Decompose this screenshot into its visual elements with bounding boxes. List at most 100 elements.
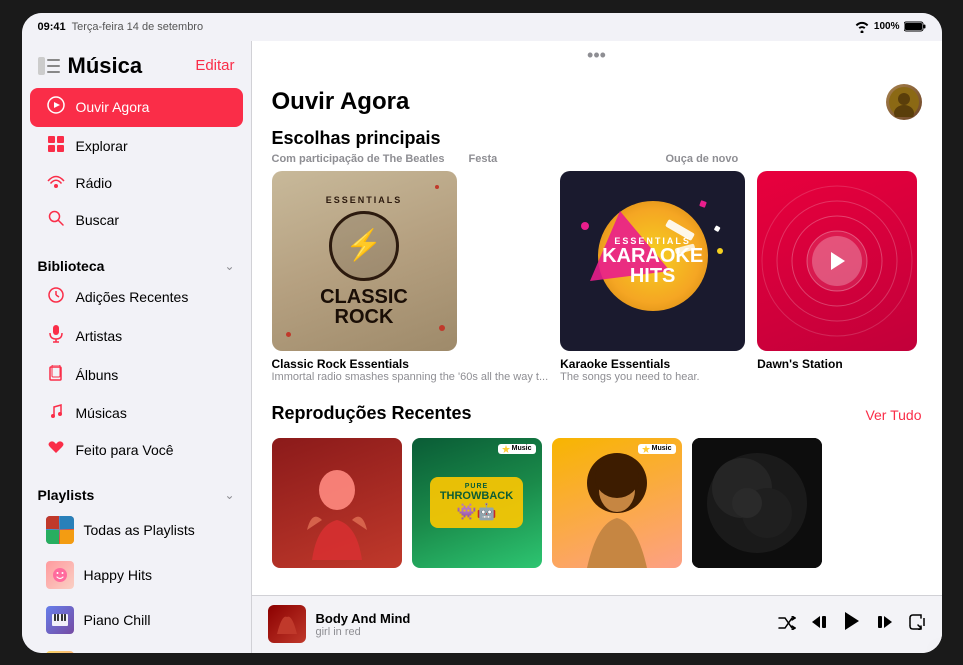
card-karaoke[interactable]: ESSENTIALS KARAOKE HITS Karaoke Essentia…	[560, 171, 745, 383]
classic-rock-title: CLASSIC	[320, 287, 408, 307]
karaoke-caption-sub: The songs you need to hear.	[560, 371, 745, 383]
karaoke-caption: Karaoke Essentials The songs you need to…	[560, 351, 745, 383]
apple-music-badge-1: Music	[498, 444, 536, 454]
station-artwork	[757, 171, 917, 351]
sidebar-label-adicoes: Adições Recentes	[76, 289, 189, 305]
page-title: Ouvir Agora	[272, 88, 410, 116]
playlist-thumb-back	[46, 651, 74, 653]
sidebar-label-artistas: Artistas	[76, 328, 123, 344]
sidebar-item-artistas[interactable]: Artistas	[30, 317, 243, 356]
album-icon	[46, 365, 66, 386]
karaoke-caption-title: Karaoke Essentials	[560, 357, 745, 371]
app-container: Música Editar Ouvir Agora	[22, 41, 942, 653]
mini-player-artist: girl in red	[316, 626, 768, 638]
battery-display: 100%	[874, 21, 900, 32]
grid-icon	[46, 136, 66, 157]
sidebar-label-albuns: Álbuns	[76, 367, 119, 383]
content-area: Escolhas principais Com participação de …	[252, 128, 942, 595]
sidebar-item-explorar[interactable]: Explorar	[30, 128, 243, 165]
woman-svg	[552, 438, 682, 568]
badge-text-2: Music	[652, 445, 672, 452]
radio-icon	[46, 174, 66, 193]
abstract-svg	[692, 438, 822, 568]
sidebar-item-albuns[interactable]: Álbuns	[30, 357, 243, 394]
nav-section: Ouvir Agora Explorar	[22, 87, 251, 248]
recent-plays-row: Music PURE THROWBACK 👾🤖	[272, 438, 922, 568]
sidebar-item-piano-chill[interactable]: Piano Chill	[30, 598, 243, 642]
playlists-title: Playlists	[38, 487, 95, 503]
category-label-2: Ouça de novo	[666, 153, 826, 165]
card-dawns-station[interactable]: Dawn's Station	[757, 171, 917, 371]
shuffle-button[interactable]	[778, 614, 796, 635]
playlist-thumb-happy	[46, 561, 74, 589]
avatar[interactable]	[886, 84, 922, 120]
mini-player: Body And Mind girl in red	[252, 595, 942, 653]
clock-icon	[46, 287, 66, 308]
library-title: Biblioteca	[38, 258, 105, 274]
previous-button[interactable]	[810, 614, 828, 635]
sidebar-label-explorar: Explorar	[76, 138, 128, 154]
station-play-button[interactable]	[812, 236, 862, 286]
karaoke-text: ESSENTIALS KARAOKE HITS	[602, 236, 703, 286]
sidebar-label-radio: Rádio	[76, 175, 113, 191]
repeat-button[interactable]	[908, 614, 926, 635]
recent-card-0[interactable]	[272, 438, 402, 568]
category-label-0: Com participação de The Beatles	[272, 153, 457, 165]
status-left: 09:41 Terça-feira 14 de setembro	[38, 21, 204, 33]
sidebar-item-adicoes-recentes[interactable]: Adições Recentes	[30, 279, 243, 316]
classic-rock-caption-sub: Immortal radio smashes spanning the '60s…	[272, 371, 549, 383]
mini-player-title: Body And Mind	[316, 611, 768, 626]
status-bar: 09:41 Terça-feira 14 de setembro 100%	[22, 13, 942, 41]
three-dots-label: •••	[587, 45, 606, 65]
sidebar-label-buscar: Buscar	[76, 212, 120, 228]
three-dots-menu[interactable]: •••	[252, 41, 942, 70]
station-caption: Dawn's Station	[757, 351, 917, 371]
time-display: 09:41	[38, 21, 66, 33]
recent-card-3[interactable]	[692, 438, 822, 568]
sidebar-toggle-icon[interactable]	[38, 57, 60, 75]
sidebar-label-musicas: Músicas	[76, 405, 127, 421]
play-pause-button[interactable]	[842, 610, 862, 638]
sidebar-title: Música	[68, 53, 143, 79]
shuffle-icon	[778, 616, 796, 630]
mini-player-controls	[778, 610, 926, 638]
sidebar-item-buscar[interactable]: Buscar	[30, 202, 243, 239]
top-picks-label: Escolhas principais	[272, 128, 922, 149]
device-frame: 09:41 Terça-feira 14 de setembro 100%	[22, 13, 942, 653]
recent-card-2[interactable]: Music	[552, 438, 682, 568]
date-display: Terça-feira 14 de setembro	[72, 21, 203, 33]
sidebar-item-todas-playlists[interactable]: Todas as Playlists	[30, 508, 243, 552]
sidebar-header: Música Editar	[22, 41, 251, 87]
library-section-header: Biblioteca ⌄	[22, 248, 251, 278]
badge-text-1: Music	[512, 445, 532, 452]
lightning-icon: ⚡	[345, 228, 382, 263]
main-content: ••• Ouvir Agora Escolhas principais	[252, 41, 942, 653]
karaoke-artwork: ESSENTIALS KARAOKE HITS	[560, 171, 745, 351]
recent-card-1[interactable]: Music PURE THROWBACK 👾🤖	[412, 438, 542, 568]
edit-button[interactable]: Editar	[195, 57, 234, 74]
library-chevron-icon[interactable]: ⌄	[224, 259, 234, 273]
sidebar-item-musicas[interactable]: Músicas	[30, 395, 243, 432]
sidebar-item-back-porch[interactable]: Back Porch Country	[30, 643, 243, 653]
playlists-section: Todas as Playlists Happy Hits	[22, 507, 251, 653]
sidebar-label-piano-chill: Piano Chill	[84, 612, 151, 628]
playlists-chevron-icon[interactable]: ⌄	[224, 488, 234, 502]
classic-rock-caption: Classic Rock Essentials Immortal radio s…	[272, 351, 549, 383]
sidebar-label-ouvir-agora: Ouvir Agora	[76, 99, 150, 115]
see-all-button[interactable]: Ver Tudo	[865, 407, 921, 423]
forward-icon	[876, 614, 894, 630]
mini-player-info: Body And Mind girl in red	[316, 611, 768, 638]
sidebar-item-feito-para-voce[interactable]: Feito para Você	[30, 433, 243, 468]
main-header: Ouvir Agora	[252, 70, 942, 128]
playlist-thumb-todas	[46, 516, 74, 544]
card-classic-rock[interactable]: ESSENTIALS ⚡ CLASSIC ROCK	[272, 171, 549, 383]
library-section: Adições Recentes Artistas	[22, 278, 251, 477]
lightning-circle: ⚡	[329, 211, 399, 281]
sidebar: Música Editar Ouvir Agora	[22, 41, 252, 653]
next-button[interactable]	[876, 614, 894, 635]
sidebar-item-happy-hits[interactable]: Happy Hits	[30, 553, 243, 597]
sidebar-item-ouvir-agora[interactable]: Ouvir Agora	[30, 88, 243, 127]
sidebar-item-radio[interactable]: Rádio	[30, 166, 243, 201]
battery-icon	[904, 21, 926, 32]
wifi-icon	[854, 21, 870, 33]
